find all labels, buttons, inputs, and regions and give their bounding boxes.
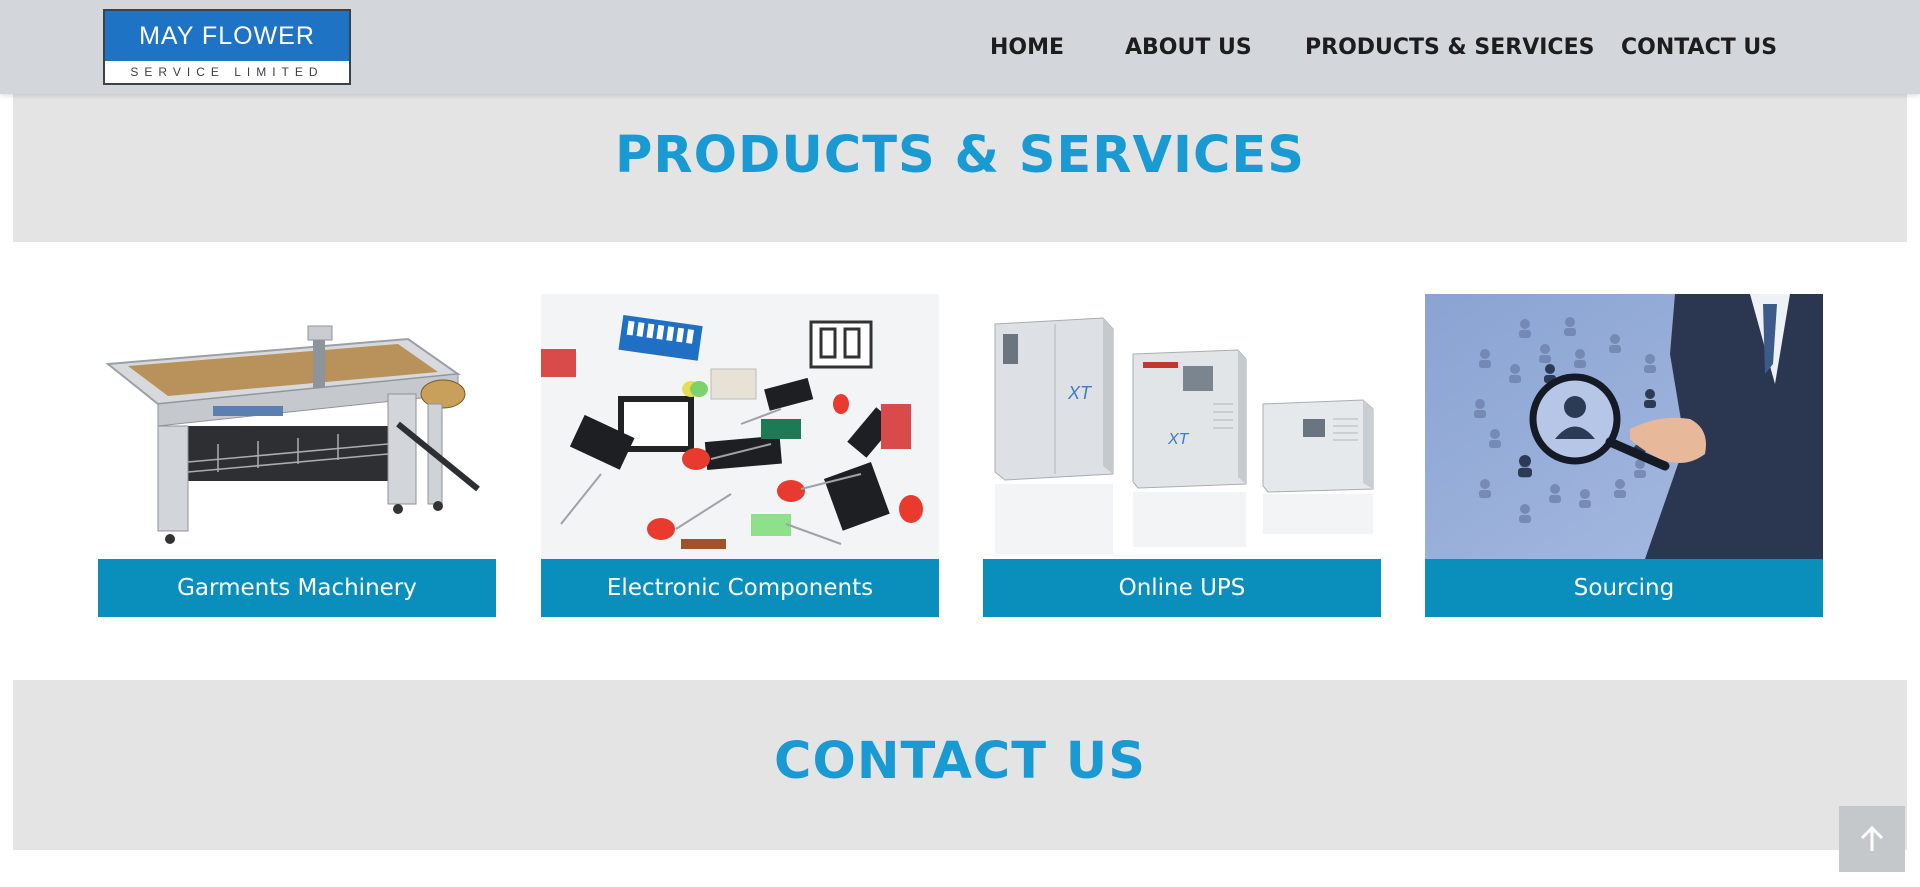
product-card-online-ups[interactable]: XT XT Online UPS	[983, 294, 1381, 617]
contact-section-title: CONTACT US	[774, 732, 1146, 791]
contact-section-header: CONTACT US	[13, 680, 1907, 850]
svg-text:XT: XT	[1167, 431, 1190, 448]
product-label[interactable]: Electronic Components	[541, 559, 939, 617]
products-section-title: PRODUCTS & SERVICES	[615, 126, 1305, 185]
ups-units-image: XT XT	[983, 294, 1381, 559]
svg-text:XT: XT	[1067, 383, 1093, 403]
nav-item-home[interactable]: HOME	[990, 0, 1064, 94]
product-card-electronic-components[interactable]: Electronic Components	[541, 294, 939, 617]
scroll-to-top-button[interactable]	[1839, 806, 1905, 872]
nav-item-contact-us[interactable]: CONTACT US	[1621, 0, 1777, 94]
product-label[interactable]: Sourcing	[1425, 559, 1823, 617]
electronic-components-image	[541, 294, 939, 559]
product-card-sourcing[interactable]: Sourcing	[1425, 294, 1823, 617]
logo[interactable]: MAY FLOWER SERVICE LIMITED	[103, 9, 351, 85]
logo-subtitle: SERVICE LIMITED	[130, 65, 324, 79]
nav-item-about-us[interactable]: ABOUT US	[1125, 0, 1252, 94]
product-label[interactable]: Online UPS	[983, 559, 1381, 617]
product-label[interactable]: Garments Machinery	[98, 559, 496, 617]
arrow-up-icon	[1860, 825, 1884, 851]
logo-title: MAY FLOWER	[105, 11, 349, 61]
sourcing-magnifier-image	[1425, 294, 1823, 559]
products-section-header: PRODUCTS & SERVICES	[13, 94, 1907, 242]
site-header: MAY FLOWER SERVICE LIMITED HOME ABOUT US…	[0, 0, 1920, 94]
nav-item-products-services[interactable]: PRODUCTS & SERVICES	[1305, 0, 1594, 94]
product-card-garments-machinery[interactable]: Garments Machinery	[98, 294, 496, 617]
cutting-plotter-machine-image	[98, 294, 496, 559]
